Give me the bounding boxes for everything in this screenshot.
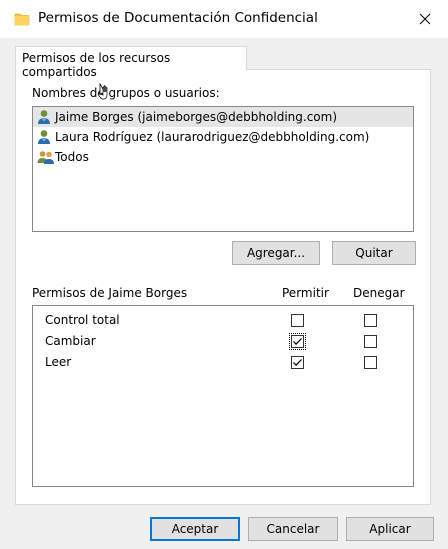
checkmark-icon: [293, 338, 302, 345]
title-bar: Permisos de Documentación Confidencial: [0, 0, 448, 38]
permission-row-cambiar: Cambiar: [33, 332, 413, 353]
close-icon: [419, 13, 431, 25]
permission-row-leer: Leer: [33, 353, 413, 374]
allow-checkbox-cambiar[interactable]: [289, 333, 306, 350]
permission-name: Leer: [45, 355, 72, 369]
mouse-cursor-icon: [97, 82, 108, 100]
checkmark-icon: [293, 359, 302, 366]
list-item-jaime-borges[interactable]: Jaime Borges (jaimeborges@debbholding.co…: [33, 107, 413, 127]
list-item-label: Jaime Borges (jaimeborges@debbholding.co…: [55, 110, 337, 124]
user-icon: [38, 130, 50, 144]
list-item-laura-rodriguez[interactable]: Laura Rodríguez (laurarodriguez@debbhold…: [33, 127, 413, 147]
list-item-label: Laura Rodríguez (laurarodriguez@debbhold…: [55, 130, 370, 144]
list-item-todos[interactable]: Todos: [33, 147, 413, 167]
users-listbox[interactable]: Jaime Borges (jaimeborges@debbholding.co…: [32, 106, 414, 232]
list-item-label: Todos: [55, 150, 89, 164]
permissions-label: Permisos de Jaime Borges: [32, 286, 188, 300]
apply-button[interactable]: Aplicar: [346, 517, 434, 541]
allow-column-header: Permitir: [282, 286, 329, 300]
permission-row-control-total: Control total: [33, 311, 413, 332]
deny-checkbox-control-total[interactable]: [364, 314, 377, 327]
remove-button[interactable]: Quitar: [332, 241, 416, 265]
deny-checkbox-leer[interactable]: [364, 356, 377, 369]
add-button[interactable]: Agregar...: [232, 241, 320, 265]
window-title: Permisos de Documentación Confidencial: [38, 10, 318, 26]
groups-label: Nombres de grupos o usuarios:: [32, 86, 220, 100]
cancel-button[interactable]: Cancelar: [248, 517, 338, 541]
group-users-icon: [37, 151, 54, 164]
permission-name: Control total: [45, 313, 120, 327]
tab-shared-resource-permissions[interactable]: Permisos de los recursos compartidos: [15, 46, 247, 79]
allow-checkbox-control-total[interactable]: [291, 314, 304, 327]
user-icon: [38, 110, 50, 124]
ok-button[interactable]: Aceptar: [150, 517, 240, 541]
folder-icon: [14, 13, 30, 26]
allow-checkbox-leer[interactable]: [291, 356, 304, 369]
deny-checkbox-cambiar[interactable]: [364, 335, 377, 348]
deny-column-header: Denegar: [353, 286, 405, 300]
close-button[interactable]: [402, 0, 448, 38]
permission-name: Cambiar: [45, 334, 96, 348]
permissions-table: Control total Cambiar Leer: [32, 305, 414, 487]
